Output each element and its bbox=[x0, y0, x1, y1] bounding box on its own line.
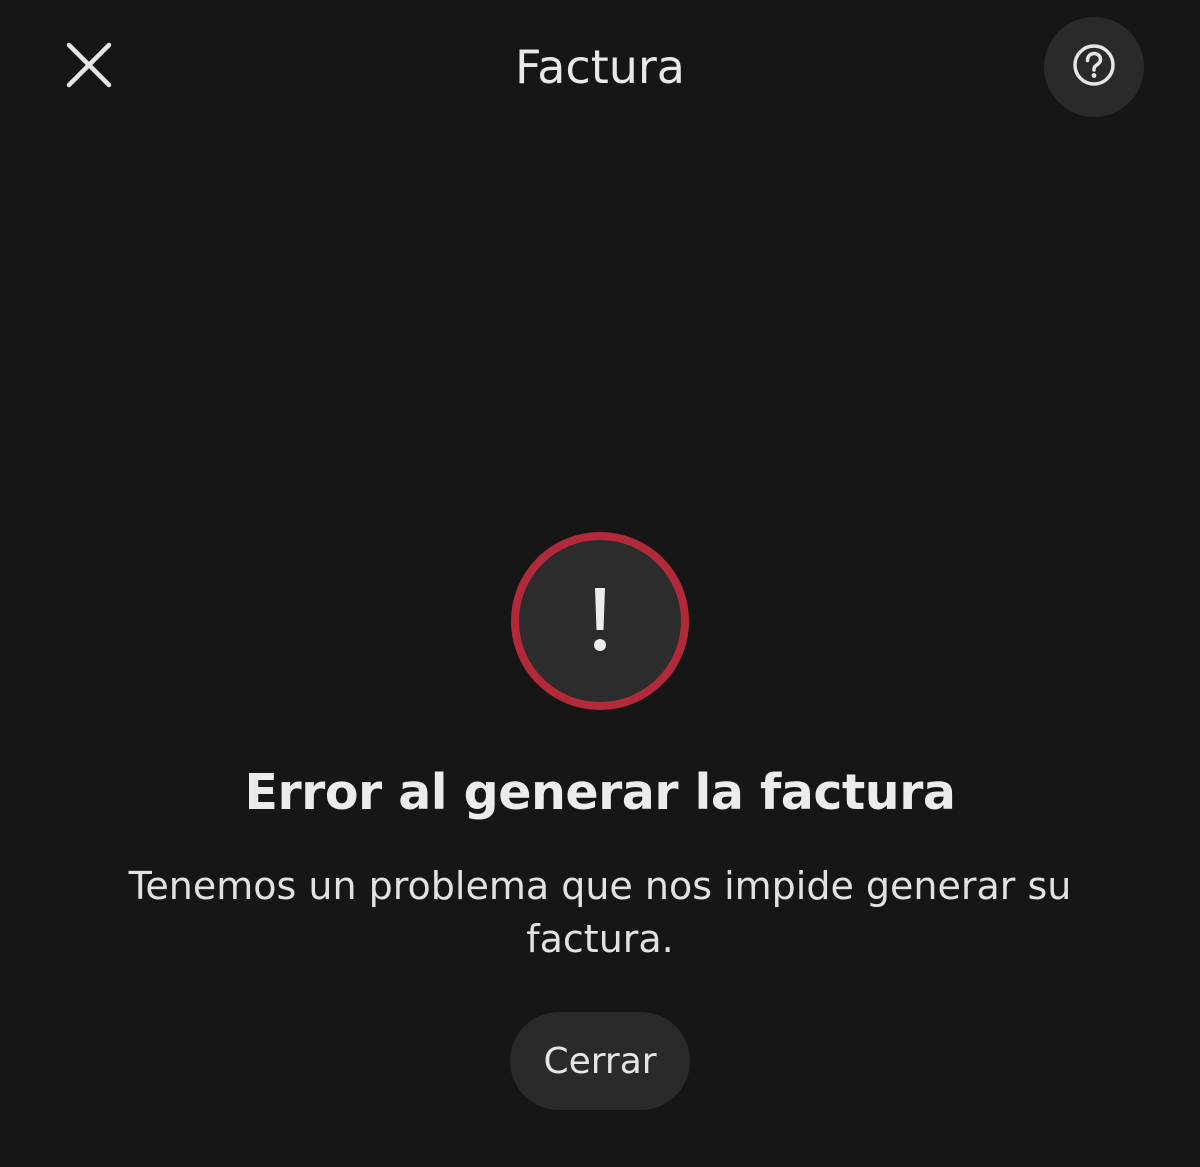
error-message: Tenemos un problema que nos impide gener… bbox=[128, 864, 1072, 961]
error-title: Error al generar la factura bbox=[244, 764, 956, 821]
help-button[interactable] bbox=[1044, 17, 1144, 117]
invoice-error-screen: Factura Error al generar la factura Tene… bbox=[0, 0, 1200, 1167]
question-circle-icon bbox=[1072, 43, 1116, 91]
close-action-button[interactable]: Cerrar bbox=[510, 1012, 690, 1110]
page-title: Factura bbox=[514, 40, 685, 94]
error-badge bbox=[511, 532, 689, 710]
exclamation-icon bbox=[585, 584, 615, 658]
